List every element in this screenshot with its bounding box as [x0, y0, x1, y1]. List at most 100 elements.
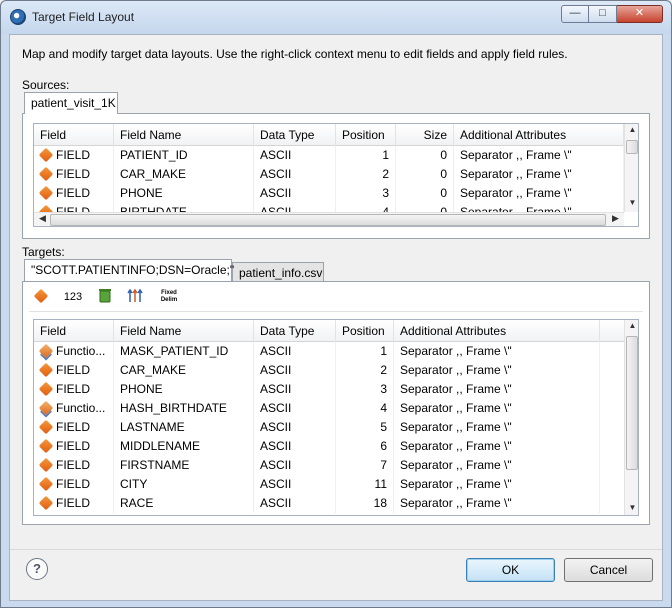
cell-type: ASCII [254, 475, 336, 494]
targets-table: Field Field Name Data Type Position Addi… [33, 319, 639, 516]
table-row[interactable]: FIELD MIDDLENAME ASCII 6 Separator ,, Frame … [34, 437, 638, 456]
targets-vertical-scrollbar[interactable]: ▲ ▼ [624, 320, 638, 515]
column-header-field[interactable]: Field [34, 320, 114, 342]
field-type-label: FIELD [56, 496, 91, 510]
column-header-additional-attributes[interactable]: Additional Attributes [394, 320, 600, 342]
cell-name: FIRSTNAME [114, 456, 254, 475]
field-icon [38, 495, 54, 511]
cell-name: CAR_MAKE [114, 361, 254, 380]
field-type-cell: FIELD [34, 380, 114, 399]
description-text: Map and modify target data layouts. Use … [22, 47, 568, 61]
cell-name: PHONE [114, 184, 254, 203]
delim-label: Delim [160, 297, 178, 303]
table-row[interactable]: FIELD CAR_MAKE ASCII 2 0 Separator ,, Frame \… [34, 165, 638, 184]
scroll-thumb[interactable] [626, 140, 638, 154]
column-header-data-type[interactable]: Data Type [254, 124, 336, 146]
title-bar[interactable]: Target Field Layout — □ ✕ [1, 1, 671, 34]
sources-horizontal-scrollbar[interactable]: ◀ ▶ [34, 212, 624, 226]
cell-type: ASCII [254, 342, 336, 361]
cell-type: ASCII [254, 146, 336, 165]
table-row[interactable]: Functio... MASK_PATIENT_ID ASCII 1 Separator… [34, 342, 638, 361]
table-row[interactable]: FIELD FIRSTNAME ASCII 7 Separator ,, Frame \… [34, 456, 638, 475]
column-header-position[interactable]: Position [336, 124, 396, 146]
cell-attrs: Separator ,, Frame \" [394, 399, 600, 418]
cell-pos: 4 [336, 399, 394, 418]
minimize-button[interactable]: — [561, 5, 589, 23]
cell-type: ASCII [254, 494, 336, 513]
numbering-icon[interactable]: 123 [63, 288, 83, 306]
field-icon [38, 185, 54, 201]
cell-name: HASH_BIRTHDATE [114, 399, 254, 418]
cell-name: LASTNAME [114, 418, 254, 437]
field-type-cell: FIELD [34, 418, 114, 437]
field-type-label: FIELD [56, 167, 91, 181]
add-field-icon[interactable] [33, 288, 53, 306]
cell-pos: 7 [336, 456, 394, 475]
fixed-delimited-toggle-icon[interactable]: Fixed Delim [157, 288, 181, 306]
cell-name: CAR_MAKE [114, 165, 254, 184]
field-type-cell: FIELD [34, 437, 114, 456]
table-row[interactable]: FIELD RACE ASCII 18 Separator ,, Frame \" [34, 494, 638, 513]
column-header-size[interactable]: Size [396, 124, 454, 146]
field-type-cell: Functio... [34, 342, 114, 361]
scroll-thumb[interactable] [626, 336, 638, 470]
cell-pos: 1 [336, 342, 394, 361]
scroll-thumb[interactable] [50, 214, 606, 226]
scroll-up-icon[interactable]: ▲ [625, 321, 638, 330]
scroll-down-icon[interactable]: ▼ [625, 198, 638, 207]
table-row[interactable]: FIELD LASTNAME ASCII 5 Separator ,, Frame \" [34, 418, 638, 437]
cell-pos: 2 [336, 361, 394, 380]
field-type-label: FIELD [56, 420, 91, 434]
sources-label: Sources: [22, 78, 70, 92]
cell-attrs: Separator ,, Frame \" [394, 342, 600, 361]
column-header-field[interactable]: Field [34, 124, 114, 146]
column-header-position[interactable]: Position [336, 320, 394, 342]
scroll-right-icon[interactable]: ▶ [608, 213, 623, 224]
column-header-additional-attributes[interactable]: Additional Attributes [454, 124, 624, 146]
window-title: Target Field Layout [32, 10, 135, 24]
ok-button[interactable]: OK [466, 558, 555, 582]
field-type-cell: FIELD [34, 165, 114, 184]
field-type-cell: Functio... [34, 399, 114, 418]
button-bar-separator [10, 549, 662, 550]
table-row[interactable]: Functio... HASH_BIRTHDATE ASCII 4 Separator … [34, 399, 638, 418]
dialog-window: Target Field Layout — □ ✕ Map and modify… [0, 0, 672, 608]
field-type-cell: FIELD [34, 184, 114, 203]
cell-attrs: Separator ,, Frame \" [394, 361, 600, 380]
maximize-button[interactable]: □ [589, 5, 617, 23]
function-icon [38, 343, 54, 359]
column-header-field-name[interactable]: Field Name [114, 124, 254, 146]
table-row[interactable]: FIELD CAR_MAKE ASCII 2 Separator ,, Frame \" [34, 361, 638, 380]
help-button[interactable]: ? [26, 558, 48, 580]
table-row[interactable]: FIELD CITY ASCII 11 Separator ,, Frame \" [34, 475, 638, 494]
column-header-field-name[interactable]: Field Name [114, 320, 254, 342]
close-button[interactable]: ✕ [617, 5, 663, 23]
dialog-content: Map and modify target data layouts. Use … [9, 34, 663, 601]
column-header-data-type[interactable]: Data Type [254, 320, 336, 342]
cell-name: CITY [114, 475, 254, 494]
field-type-label: FIELD [56, 439, 91, 453]
tab-target-oracle[interactable]: "SCOTT.PATIENTINFO;DSN=Oracle;" [24, 259, 234, 281]
tab-target-csv[interactable]: patient_info.csv [232, 262, 324, 282]
scroll-up-icon[interactable]: ▲ [625, 125, 638, 134]
table-row[interactable]: FIELD PHONE ASCII 3 0 Separator ,, Frame \" [34, 184, 638, 203]
table-row[interactable]: FIELD PATIENT_ID ASCII 1 0 Separator ,, Frame… [34, 146, 638, 165]
tab-sources-patient-visit[interactable]: patient_visit_1K [24, 92, 118, 114]
field-type-cell: FIELD [34, 494, 114, 513]
field-type-label: FIELD [56, 148, 91, 162]
scroll-left-icon[interactable]: ◀ [35, 213, 50, 224]
table-row[interactable]: FIELD PHONE ASCII 3 Separator ,, Frame \" [34, 380, 638, 399]
trash-icon[interactable] [95, 288, 115, 306]
field-type-cell: FIELD [34, 456, 114, 475]
sources-vertical-scrollbar[interactable]: ▲ ▼ [624, 124, 638, 212]
field-icon [38, 362, 54, 378]
field-type-label: FIELD [56, 477, 91, 491]
field-icon [38, 147, 54, 163]
field-icon [38, 438, 54, 454]
sort-fields-icon[interactable] [125, 288, 145, 306]
cell-pos: 18 [336, 494, 394, 513]
scroll-down-icon[interactable]: ▼ [625, 503, 638, 512]
field-type-label: FIELD [56, 363, 91, 377]
cell-pos: 6 [336, 437, 394, 456]
cancel-button[interactable]: Cancel [564, 558, 653, 582]
